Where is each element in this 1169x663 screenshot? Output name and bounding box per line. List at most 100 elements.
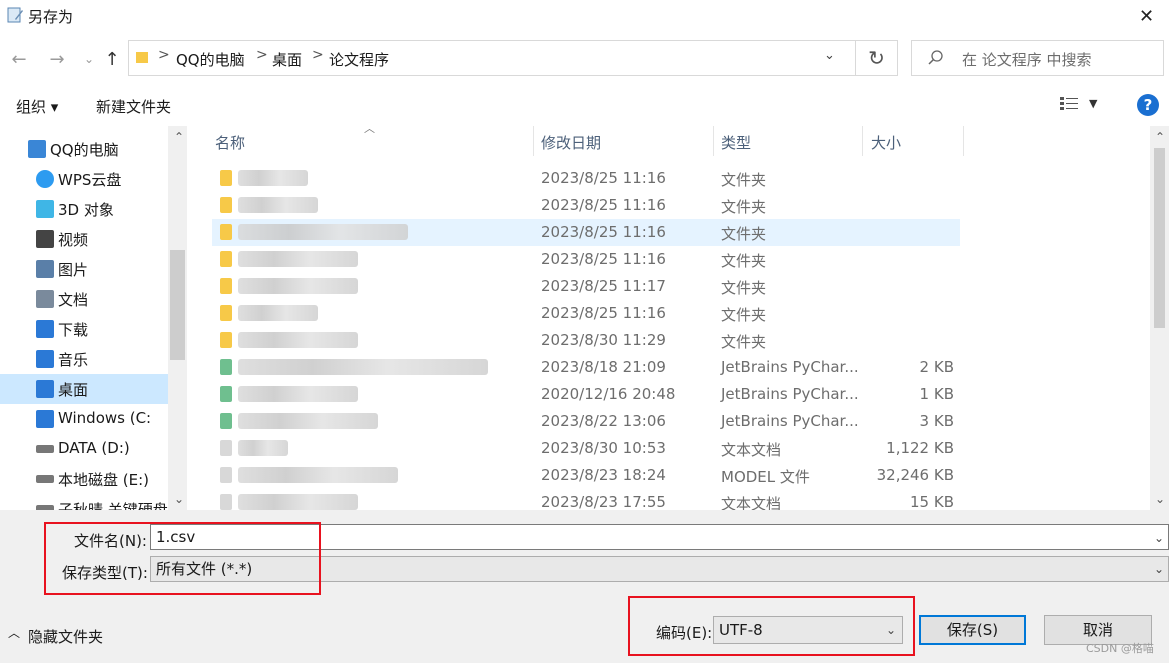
blurred-filename [238,359,488,375]
sidebar-item[interactable]: 下载 [0,314,168,344]
sidebar-item-label: 子秋晴 关键硬盘 [58,501,168,510]
file-row[interactable]: 2020/12/16 20:48 JetBrains PyChar... 1 KB [212,381,960,408]
file-row[interactable]: 2023/8/25 11:16 文件夹 [212,300,960,327]
music-icon [36,350,54,368]
type-cell: 文件夹 [721,252,767,270]
sidebar-item[interactable]: 本地磁盘 (E:) [0,464,168,494]
folder-icon [220,251,232,267]
type-cell: 文件夹 [721,306,767,324]
breadcrumb-item[interactable]: 桌面 [272,49,302,70]
search-icon [928,50,943,65]
file-row[interactable]: 2023/8/25 11:16 文件夹 [212,165,960,192]
sidebar-item[interactable]: Windows (C: [0,404,168,434]
folder-icon [220,197,232,213]
folder-icon [220,332,232,348]
sidebar-item-label: 视频 [58,231,89,249]
column-divider[interactable] [533,126,534,156]
annotation-box-filename [44,522,321,595]
file-row[interactable]: 2023/8/25 11:16 文件夹 [212,246,960,273]
file-row[interactable]: 2023/8/25 11:17 文件夹 [212,273,960,300]
file-row[interactable]: 2023/8/18 21:09 JetBrains PyChar... 2 KB [212,354,960,381]
size-cell: 15 KB [910,493,954,511]
file-row[interactable]: 2023/8/25 11:16 文件夹 [212,192,960,219]
scroll-down-icon[interactable]: ⌄ [1155,492,1165,506]
view-dropdown-icon[interactable]: ▼ [1089,97,1097,110]
breadcrumb-item[interactable]: 论文程序 [329,49,389,70]
file-row[interactable]: 2023/8/22 13:06 JetBrains PyChar... 3 KB [212,408,960,435]
refresh-icon[interactable]: ↻ [856,40,898,76]
type-cell: 文件夹 [721,198,767,216]
view-list-icon[interactable] [1059,96,1079,112]
file-row[interactable]: 2023/8/25 11:16 文件夹 [212,219,960,246]
sidebar-item[interactable]: 3D 对象 [0,194,168,224]
column-header-size[interactable]: 大小 [871,132,901,153]
breadcrumb-separator: > [312,47,324,63]
window-title: 另存为 [28,8,74,26]
organize-button[interactable]: 组织 ▾ [16,96,58,117]
breadcrumb-separator: > [158,47,170,63]
breadcrumb-item[interactable]: QQ的电脑 [176,49,245,70]
save-button[interactable]: 保存(S) [919,615,1026,645]
chevron-down-icon[interactable]: ⌄ [824,48,835,63]
sort-ascending-icon: ︿ [364,122,375,135]
column-header-name[interactable]: 名称 [215,132,245,153]
chevron-up-icon[interactable]: ︿ [8,624,20,641]
back-arrow-icon[interactable]: ← [6,46,32,72]
blurred-filename [238,251,358,267]
close-button[interactable]: ✕ [1124,0,1169,32]
chevron-down-icon[interactable]: ⌄ [1154,562,1164,576]
sidebar-item[interactable]: 子秋晴 关键硬盘 [0,494,168,510]
watermark: CSDN @格喵 [1086,642,1154,655]
cloud-icon [36,170,54,188]
modified-cell: 2023/8/25 11:16 [541,250,666,268]
sidebar-item[interactable]: 图片 [0,254,168,284]
sidebar-item[interactable]: DATA (D:) [0,434,168,464]
type-cell: 文件夹 [721,333,767,351]
sidebar-item-label: WPS云盘 [58,171,122,189]
chevron-down-icon[interactable]: ⌄ [1154,531,1164,545]
modified-cell: 2023/8/25 11:16 [541,169,666,187]
forward-arrow-icon[interactable]: → [44,46,70,72]
file-icon [220,494,232,510]
type-cell: 文件夹 [721,171,767,189]
blurred-filename [238,170,308,186]
video-icon [36,230,54,248]
sidebar-item[interactable]: QQ的电脑 [0,134,168,164]
python-file-icon [220,359,232,375]
notepad-icon [7,7,23,23]
scroll-down-icon[interactable]: ⌄ [174,492,184,506]
column-header-type[interactable]: 类型 [721,132,751,153]
file-row[interactable]: 2023/8/30 10:53 文本文档 1,122 KB [212,435,960,462]
type-cell: JetBrains PyChar... [721,358,859,376]
size-cell: 1 KB [919,385,954,403]
column-divider[interactable] [963,126,964,156]
file-list-scroll-thumb[interactable] [1154,148,1165,328]
modified-cell: 2023/8/25 11:16 [541,196,666,214]
help-icon[interactable]: ? [1137,94,1159,116]
sidebar-item[interactable]: WPS云盘 [0,164,168,194]
sidebar-item-label: QQ的电脑 [50,141,119,159]
folder-icon [220,278,232,294]
file-row[interactable]: 2023/8/30 11:29 文件夹 [212,327,960,354]
picture-icon [36,260,54,278]
python-file-icon [220,413,232,429]
scroll-up-icon[interactable]: ⌃ [174,130,184,144]
annotation-box-encoding [628,596,915,656]
blurred-filename [238,278,358,294]
blurred-filename [238,332,358,348]
new-folder-button[interactable]: 新建文件夹 [96,96,171,117]
hide-folders-toggle[interactable]: 隐藏文件夹 [28,626,103,647]
sidebar-item[interactable]: 文档 [0,284,168,314]
scroll-up-icon[interactable]: ⌃ [1155,130,1165,144]
sidebar-item[interactable]: 视频 [0,224,168,254]
column-divider[interactable] [713,126,714,156]
sidebar-scroll-thumb[interactable] [170,250,185,360]
file-row[interactable]: 2023/8/23 18:24 MODEL 文件 32,246 KB [212,462,960,489]
sidebar-item-label: DATA (D:) [58,439,130,457]
column-header-modified[interactable]: 修改日期 [541,132,601,153]
column-divider[interactable] [862,126,863,156]
sidebar-item[interactable]: 桌面 [0,374,168,404]
folder-icon [220,305,232,321]
sidebar-item[interactable]: 音乐 [0,344,168,374]
up-arrow-icon[interactable]: ↑ [99,46,125,72]
